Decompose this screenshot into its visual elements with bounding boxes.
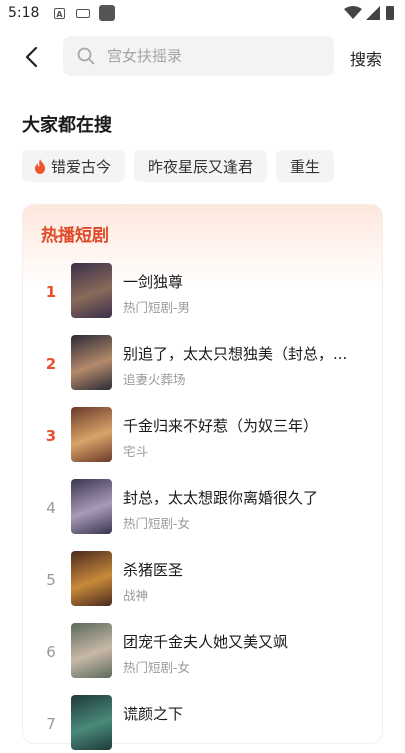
search-button[interactable]: 搜索 (350, 46, 382, 70)
drama-title: 谎颜之下 (123, 705, 184, 723)
app-notification-icon (99, 5, 115, 21)
drama-title: 别追了，太太只想独美（封总，... (123, 345, 348, 363)
drama-tag: 热门短剧-女 (123, 660, 191, 675)
ranking-card: 热播短剧 1 一剑独尊 热门短剧-男 2 别追了，太太只想独美（封总，... 追… (22, 204, 383, 750)
rank-number: 4 (46, 499, 56, 517)
rank-number: 5 (46, 571, 56, 589)
drama-title: 封总，太太想跟你离婚很久了 (123, 489, 319, 507)
drama-title: 千金归来不好惹（为奴三年） (123, 417, 319, 435)
wifi-icon (344, 6, 362, 19)
hot-search-chip-label: 昨夜星辰又逢君 (148, 157, 254, 176)
drama-cover-image (71, 695, 112, 750)
hot-search-chip[interactable]: 错爱古今 (22, 150, 126, 182)
drama-tag: 宅斗 (123, 444, 149, 459)
ranking-item[interactable]: 6 团宠千金夫人她又美又飒 热门短剧-女 (23, 623, 382, 681)
hot-search-chip-label: 重生 (290, 157, 321, 176)
battery-icon (386, 6, 394, 20)
rank-number: 1 (45, 283, 57, 301)
back-arrow-icon (25, 46, 38, 68)
drama-title: 杀猪医圣 (123, 561, 184, 579)
drama-cover-image (71, 407, 112, 462)
ranking-item[interactable]: 7 谎颜之下 (23, 695, 382, 753)
rank-number: 6 (46, 643, 56, 661)
search-box[interactable] (63, 36, 334, 76)
ranking-item[interactable]: 3 千金归来不好惹（为奴三年） 宅斗 (23, 407, 382, 465)
keyboard-icon (76, 9, 90, 18)
hot-search-chip[interactable]: 昨夜星辰又逢君 (134, 150, 268, 182)
drama-cover-image (71, 263, 112, 318)
drama-cover-image (71, 479, 112, 534)
drama-title: 一剑独尊 (123, 273, 184, 291)
ranking-item[interactable]: 1 一剑独尊 热门短剧-男 (23, 263, 382, 321)
hot-search-title: 大家都在搜 (22, 115, 112, 136)
back-button[interactable] (14, 40, 48, 74)
drama-cover-image (71, 623, 112, 678)
hot-search-chips: 错爱古今 昨夜星辰又逢君 重生 (22, 150, 335, 182)
drama-cover-image (71, 335, 112, 390)
status-bar: 5:18 A (0, 0, 405, 28)
drama-tag: 热门短剧-男 (123, 300, 191, 315)
notification-a-icon: A (54, 8, 65, 19)
signal-icon (366, 6, 380, 20)
fire-icon (35, 158, 45, 174)
rank-number: 3 (45, 427, 57, 445)
status-time: 5:18 (8, 5, 40, 21)
search-icon (77, 47, 95, 65)
ranking-item[interactable]: 2 别追了，太太只想独美（封总，... 追妻火葬场 (23, 335, 382, 393)
drama-tag: 追妻火葬场 (123, 372, 186, 387)
drama-cover-image (71, 551, 112, 606)
ranking-item[interactable]: 5 杀猪医圣 战神 (23, 551, 382, 609)
drama-tag: 战神 (123, 588, 149, 603)
ranking-title: 热播短剧 (41, 226, 109, 246)
rank-number: 7 (46, 715, 56, 733)
drama-tag: 热门短剧-女 (123, 516, 191, 531)
hot-search-chip-label: 错爱古今 (51, 157, 112, 176)
drama-title: 团宠千金夫人她又美又飒 (123, 633, 289, 651)
rank-number: 2 (45, 355, 57, 373)
ranking-item[interactable]: 4 封总，太太想跟你离婚很久了 热门短剧-女 (23, 479, 382, 537)
hot-search-chip[interactable]: 重生 (276, 150, 335, 182)
search-input[interactable] (105, 46, 319, 66)
